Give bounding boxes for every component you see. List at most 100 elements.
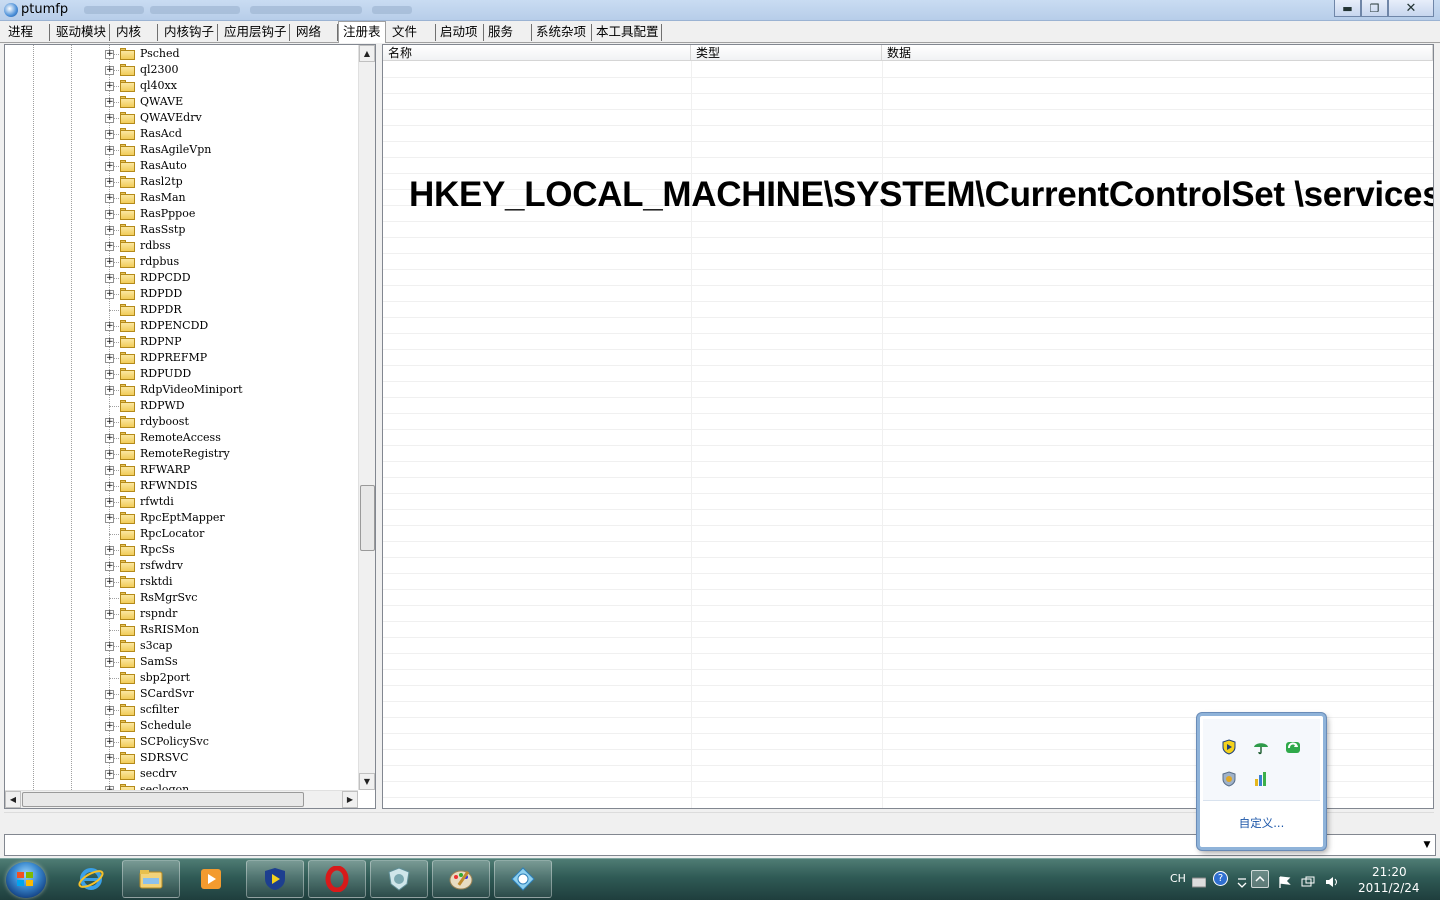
tree-item[interactable]: + secdrv: [5, 766, 357, 782]
taskbar-opera-button[interactable]: [308, 860, 366, 898]
taskbar-media-button[interactable]: [182, 860, 240, 898]
scroll-down-button[interactable]: ▼: [359, 773, 375, 790]
tree-vertical-scrollbar[interactable]: ▲ ▼: [358, 45, 375, 790]
scroll-left-button[interactable]: ◀: [5, 791, 21, 808]
expand-icon[interactable]: +: [105, 242, 114, 251]
column-header-name[interactable]: 名称: [383, 45, 691, 61]
tree-item[interactable]: + RasMan: [5, 190, 357, 206]
tab-kernel-hooks[interactable]: 内核钩子: [160, 24, 218, 41]
taskbar-bug-app-button[interactable]: [370, 860, 428, 898]
expand-icon[interactable]: +: [105, 82, 114, 91]
volume-icon[interactable]: [1325, 876, 1339, 888]
tree-item[interactable]: + RdpVideoMiniport: [5, 382, 357, 398]
column-header-data[interactable]: 数据: [882, 45, 1433, 61]
expand-icon[interactable]: +: [105, 690, 114, 699]
tree-item[interactable]: + RDPCDD: [5, 270, 357, 286]
start-button[interactable]: [6, 862, 46, 898]
tab-process[interactable]: 进程: [4, 24, 50, 41]
taskbar-explorer-button[interactable]: [122, 860, 180, 898]
expand-icon[interactable]: +: [105, 322, 114, 331]
expand-icon[interactable]: +: [105, 498, 114, 507]
expand-icon[interactable]: +: [105, 482, 114, 491]
tree-item[interactable]: + RasAgileVpn: [5, 142, 357, 158]
tree-item[interactable]: + rfwtdi: [5, 494, 357, 510]
tree-item[interactable]: + RFWNDIS: [5, 478, 357, 494]
tree-item[interactable]: + ql2300: [5, 62, 357, 78]
tab-tool-config[interactable]: 本工具配置: [592, 24, 662, 41]
expand-icon[interactable]: +: [105, 418, 114, 427]
language-indicator[interactable]: CH: [1170, 872, 1186, 885]
tree-item[interactable]: + Psched: [5, 46, 357, 62]
green-refresh-icon[interactable]: [1285, 739, 1301, 755]
tree-item[interactable]: + rsfwdrv: [5, 558, 357, 574]
clock-time[interactable]: 21:20: [1372, 865, 1407, 879]
keyboard-icon[interactable]: [1192, 876, 1206, 888]
expand-icon[interactable]: +: [105, 146, 114, 155]
tree-item[interactable]: + SamSs: [5, 654, 357, 670]
clock-date[interactable]: 2011/2/24: [1358, 881, 1420, 895]
tree-item[interactable]: + rspndr: [5, 606, 357, 622]
registry-values-list[interactable]: 名称 类型 数据 HKEY_LOCAL_MACHINE\SYSTEM\Curre…: [382, 44, 1434, 809]
tree-item[interactable]: + RDPENCDD: [5, 318, 357, 334]
expand-icon[interactable]: +: [105, 658, 114, 667]
tab-system-misc[interactable]: 系统杂项: [532, 24, 592, 41]
tab-network[interactable]: 网络: [292, 24, 338, 41]
vertical-scroll-thumb[interactable]: [360, 485, 375, 551]
tree-item[interactable]: + RemoteRegistry: [5, 446, 357, 462]
expand-icon[interactable]: +: [105, 754, 114, 763]
expand-icon[interactable]: +: [105, 98, 114, 107]
expand-icon[interactable]: +: [105, 770, 114, 779]
scroll-right-button[interactable]: ▶: [342, 791, 358, 808]
action-center-flag-icon[interactable]: [1278, 876, 1292, 888]
input-settings-icon[interactable]: [1235, 876, 1249, 888]
expand-icon[interactable]: +: [105, 610, 114, 619]
tree-item[interactable]: + rdbss: [5, 238, 357, 254]
tree-item[interactable]: + Schedule: [5, 718, 357, 734]
expand-icon[interactable]: +: [105, 722, 114, 731]
tab-driver-modules[interactable]: 驱动模块: [52, 24, 110, 41]
tree-item[interactable]: + seclogon: [5, 782, 357, 790]
tree-item[interactable]: RpcLocator: [5, 526, 357, 542]
tree-item[interactable]: + rsktdi: [5, 574, 357, 590]
tree-item[interactable]: RsMgrSvc: [5, 590, 357, 606]
expand-icon[interactable]: +: [105, 50, 114, 59]
expand-icon[interactable]: +: [105, 354, 114, 363]
expand-icon[interactable]: +: [105, 546, 114, 555]
taskbar-paint-button[interactable]: [432, 860, 490, 898]
chevron-down-icon[interactable]: ▼: [1420, 837, 1434, 853]
maximize-button[interactable]: ❐: [1361, 0, 1388, 17]
minimize-button[interactable]: ▬: [1334, 0, 1361, 17]
tree-item[interactable]: + RDPREFMP: [5, 350, 357, 366]
expand-icon[interactable]: +: [105, 162, 114, 171]
expand-icon[interactable]: +: [105, 210, 114, 219]
customize-link[interactable]: 自定义...: [1200, 815, 1323, 831]
expand-icon[interactable]: +: [105, 290, 114, 299]
expand-icon[interactable]: +: [105, 738, 114, 747]
tree-item[interactable]: + RDPNP: [5, 334, 357, 350]
scroll-up-button[interactable]: ▲: [359, 45, 375, 62]
expand-icon[interactable]: +: [105, 338, 114, 347]
expand-icon[interactable]: +: [105, 466, 114, 475]
expand-icon[interactable]: +: [105, 114, 114, 123]
tree-item[interactable]: + SCPolicySvc: [5, 734, 357, 750]
column-header-type[interactable]: 类型: [691, 45, 882, 61]
show-hidden-icons-button[interactable]: [1251, 870, 1269, 888]
tree-item[interactable]: + RDPDD: [5, 286, 357, 302]
tree-item[interactable]: + Rasl2tp: [5, 174, 357, 190]
shield-yellow-icon[interactable]: [1221, 739, 1237, 755]
expand-icon[interactable]: +: [105, 274, 114, 283]
tree-item[interactable]: + rdpbus: [5, 254, 357, 270]
expand-icon[interactable]: +: [105, 258, 114, 267]
tab-registry[interactable]: 注册表: [338, 21, 386, 43]
tree-item[interactable]: + RasPppoe: [5, 206, 357, 222]
tree-item[interactable]: + RpcEptMapper: [5, 510, 357, 526]
expand-icon[interactable]: +: [105, 66, 114, 75]
tab-startup[interactable]: 启动项: [436, 24, 484, 41]
expand-icon[interactable]: +: [105, 706, 114, 715]
expand-icon[interactable]: +: [105, 130, 114, 139]
registry-tree[interactable]: + Psched + ql2300 + ql40xx + QWAVE + QWAVEdrv + Ras…: [5, 45, 357, 790]
tree-item[interactable]: + RemoteAccess: [5, 430, 357, 446]
taskbar-ptumfp-button[interactable]: [494, 860, 552, 898]
expand-icon[interactable]: +: [105, 562, 114, 571]
tree-item[interactable]: + s3cap: [5, 638, 357, 654]
